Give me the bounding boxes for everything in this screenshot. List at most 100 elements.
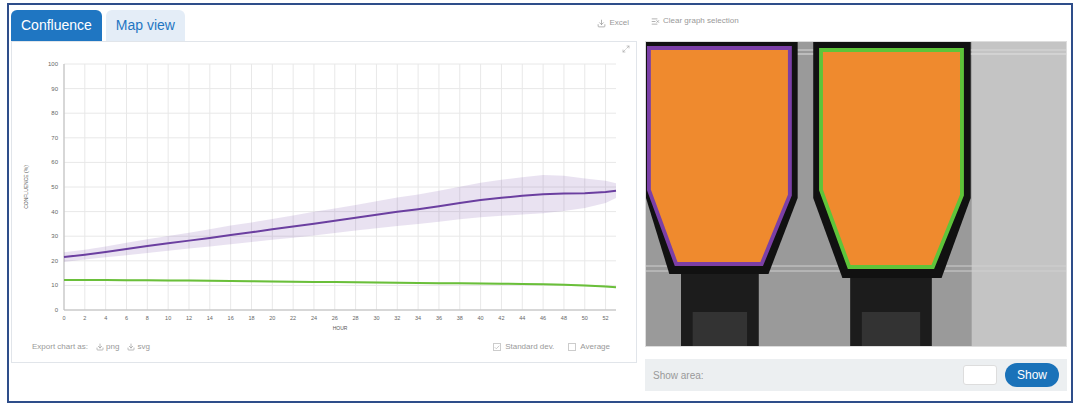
- series-line[interactable]: [64, 191, 616, 257]
- svg-text:38: 38: [457, 315, 463, 321]
- download-icon: [127, 343, 135, 351]
- confluence-chart[interactable]: 0102030405060708090100024681012141618202…: [12, 56, 628, 332]
- svg-text:10: 10: [51, 282, 58, 288]
- svg-text:60: 60: [51, 159, 58, 165]
- x-tick: 4: [104, 64, 107, 321]
- svg-text:100: 100: [48, 61, 59, 67]
- y-tick: 20: [51, 258, 616, 264]
- x-tick: 18: [248, 64, 254, 321]
- chart-toolbar: [12, 42, 636, 56]
- x-tick: 2: [83, 64, 86, 321]
- x-tick: 0: [62, 64, 65, 321]
- region-outline[interactable]: [649, 48, 790, 264]
- y-tick: 70: [51, 135, 616, 141]
- svg-text:28: 28: [353, 315, 359, 321]
- x-tick: 14: [207, 64, 213, 321]
- svg-text:52: 52: [603, 315, 609, 321]
- y-axis-title: CONFLUENCE (%): [23, 165, 29, 209]
- option-checkbox[interactable]: Standard dev.: [493, 341, 554, 353]
- y-tick: 80: [51, 110, 616, 116]
- svg-text:24: 24: [311, 315, 317, 321]
- x-tick: 8: [146, 64, 149, 321]
- svg-text:0: 0: [62, 315, 65, 321]
- x-tick: 10: [165, 64, 171, 321]
- show-area-label: Show area:: [653, 368, 704, 383]
- std-band: [64, 279, 616, 288]
- svg-text:50: 50: [51, 184, 58, 190]
- image-column: Clear graph selection Show area: Show: [637, 5, 1071, 401]
- y-tick: 100: [48, 61, 616, 67]
- download-icon: [597, 19, 606, 28]
- tab[interactable]: Confluence: [11, 10, 102, 41]
- x-tick: 16: [228, 64, 234, 321]
- check-icon: [494, 344, 500, 351]
- svg-text:8: 8: [146, 315, 149, 321]
- chart-series[interactable]: [64, 279, 616, 288]
- export-button[interactable]: png: [96, 341, 119, 353]
- svg-text:26: 26: [332, 315, 338, 321]
- svg-text:70: 70: [51, 135, 58, 141]
- frame: ConfluenceMap viewExcel01020304050607080…: [7, 3, 1073, 403]
- svg-text:32: 32: [394, 315, 400, 321]
- svg-text:46: 46: [540, 315, 546, 321]
- tab[interactable]: Map view: [106, 10, 185, 41]
- x-tick: 6: [125, 64, 128, 321]
- checkbox-box[interactable]: [568, 343, 576, 351]
- svg-text:18: 18: [248, 315, 254, 321]
- svg-text:4: 4: [104, 315, 107, 321]
- region-outline[interactable]: [821, 50, 962, 267]
- export-label: Export chart as:: [32, 341, 88, 353]
- show-area-input[interactable]: [963, 365, 997, 385]
- svg-text:34: 34: [415, 315, 421, 321]
- x-axis-title: HOUR: [333, 325, 348, 331]
- expand-icon[interactable]: [622, 45, 630, 53]
- y-tick: 60: [51, 159, 616, 165]
- y-tick: 90: [51, 86, 616, 92]
- std-band: [64, 175, 616, 262]
- tab-bar: ConfluenceMap view Excel: [11, 5, 637, 41]
- series-line[interactable]: [64, 280, 616, 287]
- svg-text:48: 48: [561, 315, 567, 321]
- svg-text:40: 40: [51, 209, 58, 215]
- svg-text:30: 30: [51, 233, 58, 239]
- svg-text:42: 42: [498, 315, 504, 321]
- svg-text:12: 12: [186, 315, 192, 321]
- clear-selection-button[interactable]: Clear graph selection: [651, 15, 739, 27]
- svg-text:36: 36: [436, 315, 442, 321]
- svg-text:20: 20: [269, 315, 275, 321]
- clear-list-icon: [651, 17, 660, 26]
- chart-column: ConfluenceMap viewExcel01020304050607080…: [9, 5, 637, 401]
- checkbox-box[interactable]: [493, 343, 501, 351]
- y-tick: 30: [51, 233, 616, 239]
- svg-text:90: 90: [51, 86, 58, 92]
- svg-text:20: 20: [51, 258, 58, 264]
- y-tick: 0: [55, 307, 616, 313]
- svg-text:40: 40: [478, 315, 484, 321]
- svg-text:16: 16: [228, 315, 234, 321]
- svg-text:30: 30: [373, 315, 379, 321]
- svg-text:22: 22: [290, 315, 296, 321]
- show-button[interactable]: Show: [1005, 363, 1059, 387]
- micrograph-image[interactable]: [646, 42, 1066, 346]
- image-toolbar: Clear graph selection: [645, 5, 1067, 41]
- chart-series[interactable]: [64, 175, 616, 262]
- svg-text:6: 6: [125, 315, 128, 321]
- export-button[interactable]: svg: [127, 341, 149, 353]
- download-icon: [96, 343, 104, 351]
- chart-footer: Export chart as: pngsvg Standard dev. Avera…: [12, 332, 636, 362]
- svg-text:14: 14: [207, 315, 213, 321]
- svg-text:0: 0: [55, 307, 59, 313]
- show-area-bar: Show area: Show: [645, 359, 1067, 391]
- svg-text:44: 44: [519, 315, 525, 321]
- chart-panel: 0102030405060708090100024681012141618202…: [11, 41, 637, 363]
- x-tick: 12: [186, 64, 192, 321]
- app: ConfluenceMap viewExcel01020304050607080…: [0, 0, 1080, 406]
- svg-text:50: 50: [582, 315, 588, 321]
- svg-text:80: 80: [51, 110, 58, 116]
- excel-button[interactable]: Excel: [597, 17, 629, 29]
- svg-text:2: 2: [83, 315, 86, 321]
- option-checkbox[interactable]: Average: [568, 341, 610, 353]
- image-panel: [645, 41, 1067, 347]
- chart-options: Standard dev. Average: [493, 341, 616, 353]
- svg-text:10: 10: [165, 315, 171, 321]
